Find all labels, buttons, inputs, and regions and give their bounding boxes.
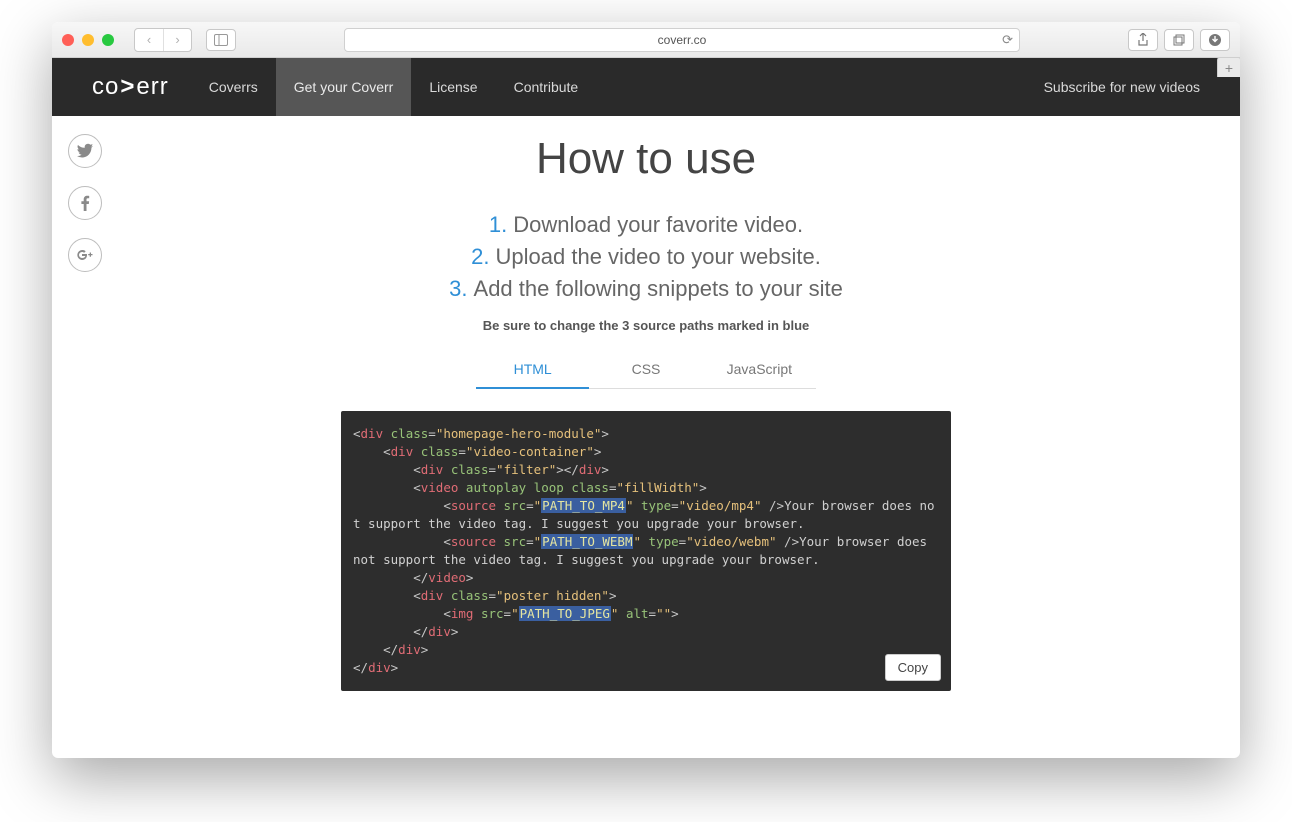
forward-button[interactable]: › (163, 29, 191, 51)
step-text: Download your favorite video. (513, 212, 803, 237)
nav-link-label: Contribute (514, 79, 579, 95)
page-title: How to use (52, 134, 1240, 184)
page-viewport: co>err Coverrs Get your Coverr License C… (52, 58, 1240, 758)
tabs-icon (1172, 33, 1186, 47)
code-value: video/mp4 (686, 498, 754, 513)
window-controls (62, 34, 114, 46)
share-button[interactable] (1128, 29, 1158, 51)
code-value: fillWidth (624, 480, 692, 495)
code-value: homepage-hero-module (443, 426, 594, 441)
tab-label: HTML (514, 361, 552, 377)
maximize-window-button[interactable] (102, 34, 114, 46)
nav-link-license[interactable]: License (411, 58, 495, 116)
code-text: Your browser does not support the video … (353, 534, 935, 567)
step-item: 3. Add the following snippets to your sit… (52, 276, 1240, 302)
code-tabs: HTML CSS JavaScript (476, 351, 816, 389)
nav-subscribe-label: Subscribe for new videos (1044, 79, 1200, 95)
step-number: 2. (471, 244, 489, 269)
code-highlight: PATH_TO_WEBM (541, 534, 633, 549)
content-area: How to use 1.Download your favorite vide… (52, 116, 1240, 758)
toolbar-right (1128, 29, 1230, 51)
logo-glyph: > (120, 73, 135, 101)
nav-link-label: License (429, 79, 477, 95)
step-item: 2. Upload the video to your website. (52, 244, 1240, 270)
site-navbar: co>err Coverrs Get your Coverr License C… (52, 58, 1240, 116)
browser-titlebar: ‹ › coverr.co ⟳ + (52, 22, 1240, 58)
note-text: Be sure to change the 3 source paths mar… (52, 318, 1240, 333)
social-rail (68, 134, 102, 272)
twitter-icon (77, 143, 93, 159)
copy-button-label: Copy (898, 660, 928, 675)
nav-link-coverrs[interactable]: Coverrs (191, 58, 276, 116)
tabs-button[interactable] (1164, 29, 1194, 51)
tab-css[interactable]: CSS (589, 351, 702, 389)
address-bar[interactable]: coverr.co ⟳ (344, 28, 1020, 52)
twitter-button[interactable] (68, 134, 102, 168)
facebook-icon (77, 195, 93, 211)
googleplus-icon (77, 247, 93, 263)
nav-link-contribute[interactable]: Contribute (496, 58, 597, 116)
back-button[interactable]: ‹ (135, 29, 163, 51)
browser-window: ‹ › coverr.co ⟳ + co>err (52, 22, 1240, 758)
url-text: coverr.co (658, 33, 707, 47)
nav-arrow-group: ‹ › (134, 28, 192, 52)
code-highlight: PATH_TO_MP4 (541, 498, 626, 513)
sidebar-icon (214, 34, 228, 46)
step-text: Upload the video to your website. (496, 244, 821, 269)
copy-button[interactable]: Copy (885, 654, 941, 681)
minimize-window-button[interactable] (82, 34, 94, 46)
sidebar-toggle-button[interactable] (206, 29, 236, 51)
step-number: 3. (449, 276, 467, 301)
code-value: video-container (473, 444, 586, 459)
nav-link-label: Coverrs (209, 79, 258, 95)
code-highlight: PATH_TO_JPEG (519, 606, 611, 621)
code-value: video/webm (694, 534, 769, 549)
logo-text-post: err (136, 73, 168, 101)
steps-list: 1.Download your favorite video. 2. Upload… (52, 212, 1240, 302)
share-icon (1136, 33, 1150, 47)
logo-text-pre: co (92, 73, 119, 101)
reload-button[interactable]: ⟳ (1002, 32, 1013, 48)
code-value: poster hidden (504, 588, 602, 603)
tab-javascript[interactable]: JavaScript (703, 351, 816, 389)
facebook-button[interactable] (68, 186, 102, 220)
new-tab-button[interactable]: + (1217, 57, 1240, 77)
tab-html[interactable]: HTML (476, 351, 589, 389)
code-value: filter (504, 462, 549, 477)
step-item: 1.Download your favorite video. (52, 212, 1240, 238)
code-block[interactable]: <div class="homepage-hero-module"> <div … (341, 411, 951, 691)
nav-link-get-your-coverr[interactable]: Get your Coverr (276, 58, 412, 116)
download-icon (1208, 33, 1222, 47)
close-window-button[interactable] (62, 34, 74, 46)
logo[interactable]: co>err (52, 58, 191, 116)
nav-link-label: Get your Coverr (294, 79, 394, 95)
nav-links: Coverrs Get your Coverr License Contribu… (191, 58, 596, 116)
nav-subscribe[interactable]: Subscribe for new videos (1004, 58, 1240, 116)
downloads-button[interactable] (1200, 29, 1230, 51)
googleplus-button[interactable] (68, 238, 102, 272)
tab-label: JavaScript (727, 361, 792, 377)
step-text: Add the following snippets to your site (474, 276, 843, 301)
step-number: 1. (489, 212, 507, 237)
tab-label: CSS (632, 361, 661, 377)
